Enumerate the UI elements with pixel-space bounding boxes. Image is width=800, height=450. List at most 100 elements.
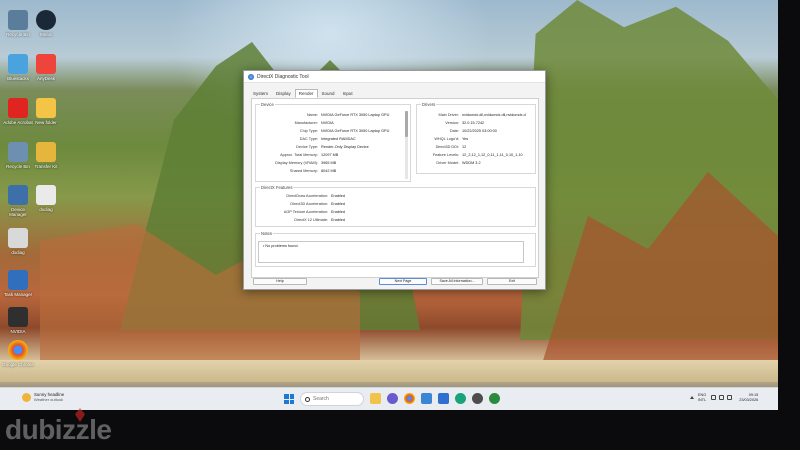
device-row: Chip Type: NVIDIA GeForce RTX 3050 Laptop… [299,129,390,133]
driver-row: Direct3D DDI: 12 [435,145,467,149]
window-title: DirectX Diagnostic Tool [257,73,309,80]
driver-row: Date: 10/22/2025 03:00:00 [449,129,497,133]
folder-icon [36,142,56,162]
tab-display[interactable]: Display [272,89,295,98]
language-indicator[interactable]: ENG INTL [698,393,706,402]
search-icon [305,396,310,402]
desktop-icon[interactable]: dxdiag [30,185,62,212]
desktop: Recycle Bin Steam Bluestacks AnyDesk Ado… [0,0,778,410]
dialog-buttons: Help Next Page Save All Information... E… [251,278,539,288]
device-row: Shared Memory: 8042 MB [289,169,337,173]
feature-row: DirectX 12 Ultimate: Enabled [294,218,345,222]
desktop-icon[interactable]: NVIDIA [2,307,34,334]
anydesk-icon [36,54,56,74]
windows-logo-icon [284,394,289,399]
device-scrollbar-thumb[interactable] [405,111,408,137]
weather-widget[interactable]: Sunny headline Weather outlook [22,392,64,402]
recycle-bin-icon [8,10,28,30]
nvidia-icon [8,307,28,327]
drivers-group: Drivers Main Driver: nvldumdx.dll,nvldumd… [416,102,536,174]
desktop-icon[interactable]: Steam [30,10,62,37]
driver-row: Version: 32.0.15.7242 [445,121,485,125]
weather-sun-icon [22,392,31,402]
file-explorer-icon[interactable] [370,393,381,404]
driver-row: Feature Levels: 12_2,12_1,12_0,11_1,11_0,… [432,153,523,157]
tab-sound[interactable]: Sound [318,89,339,98]
folder-icon [36,98,56,118]
device-row: Display Memory (VRAM): 3965 MB [275,161,337,165]
copilot-icon[interactable] [387,393,398,404]
feature-row: Direct3D Acceleration: Enabled [290,202,345,206]
note-item: • No problems found. [263,244,299,248]
device-scrollbar[interactable] [405,111,408,179]
help-button[interactable]: Help [253,278,307,285]
next-page-button[interactable]: Next Page [379,278,427,285]
notes-label: Notes [260,231,273,236]
desktop-icon[interactable]: AnyDesk [30,54,62,81]
desktop-icon[interactable]: Task Manager [2,270,34,297]
window-titlebar[interactable]: DirectX Diagnostic Tool [244,71,545,83]
search-input[interactable] [313,396,361,402]
edge-icon[interactable] [455,393,466,404]
store-icon[interactable] [438,393,449,404]
desktop-icon[interactable]: New folder [30,98,62,125]
chrome-icon[interactable] [404,393,415,404]
recycle-bin-icon [8,142,28,162]
device-row: Name: NVIDIA GeForce RTX 3050 Laptop GPU [306,113,390,117]
notes-box[interactable]: • No problems found. [258,241,524,263]
taskbar: Sunny headline Weather outlook ENG [0,387,778,410]
save-all-information-button[interactable]: Save All Information... [431,278,483,285]
device-row: Device Type: Render-Only Display Device [296,145,369,149]
system-tray: ENG INTL 09:15 23/03/2026 [690,393,758,402]
dxdiag-window: DirectX Diagnostic Tool System Display R… [243,70,546,290]
settings-icon[interactable] [472,393,483,404]
tab-system[interactable]: System [249,89,272,98]
tab-render[interactable]: Render [294,89,318,98]
render-tab-panel: Device Name: NVIDIA GeForce RTX 3050 Lapt… [251,98,539,278]
exit-button[interactable]: Exit [487,278,537,285]
show-hidden-icons-icon[interactable] [690,396,694,399]
volume-icon[interactable] [719,395,725,400]
driver-row: WHQL Logo'd: Yes [434,137,469,141]
tab-input[interactable]: Input [339,89,357,98]
file-icon [36,185,56,205]
device-row: Approx. Total Memory: 12097 MB [280,153,339,157]
tab-strip: System Display Render Sound Input [249,89,357,98]
device-group: Device Name: NVIDIA GeForce RTX 3050 Lapt… [255,102,411,182]
device-group-label: Device [260,102,275,107]
directx-features-label: DirectX Features [260,185,294,190]
task-manager-icon [8,270,28,290]
xbox-icon[interactable] [489,393,500,404]
feature-row: DirectDraw Acceleration: Enabled [286,194,345,198]
taskbar-search[interactable] [300,392,364,406]
desktop-icon[interactable]: Transfer Kit [30,142,62,169]
notes-group: Notes • No problems found. [255,231,536,267]
drivers-group-label: Drivers [421,102,437,107]
driver-row: Driver Model: WDDM 3.2 [436,161,481,165]
clock[interactable]: 09:15 23/03/2026 [739,393,758,402]
taskbar-apps [370,393,506,404]
device-row: Manufacturer: NVIDIA [294,121,334,125]
bluestacks-icon [8,54,28,74]
start-button[interactable] [284,394,294,404]
dxdiag-icon [248,73,254,80]
directx-features-group: DirectX Features DirectDraw Acceleration… [255,185,536,227]
battery-icon[interactable] [727,395,733,400]
clock-time: 09:15 [748,393,759,397]
acrobat-icon [8,98,28,118]
weather-subtitle: Weather outlook [34,397,64,402]
desktop-icon[interactable]: dxdiag [2,228,34,255]
driver-row: Main Driver: nvldumdx.dll,nvldumdx.dll,nv… [438,113,526,117]
feature-row: AGP Texture Acceleration: Enabled [283,210,345,214]
file-icon [8,228,28,248]
wallpaper-beach [0,360,778,382]
steam-icon [36,10,56,30]
dubizzle-watermark: dubizzle [5,414,112,445]
chrome-icon [8,340,28,360]
clock-date: 23/03/2026 [739,397,759,402]
wifi-icon[interactable] [711,395,717,400]
app-icon[interactable] [421,393,432,404]
computer-icon [8,185,28,205]
device-row: DAC Type: Integrated RAMDAC [299,137,356,141]
desktop-icon[interactable]: Google Chrome [2,340,34,367]
